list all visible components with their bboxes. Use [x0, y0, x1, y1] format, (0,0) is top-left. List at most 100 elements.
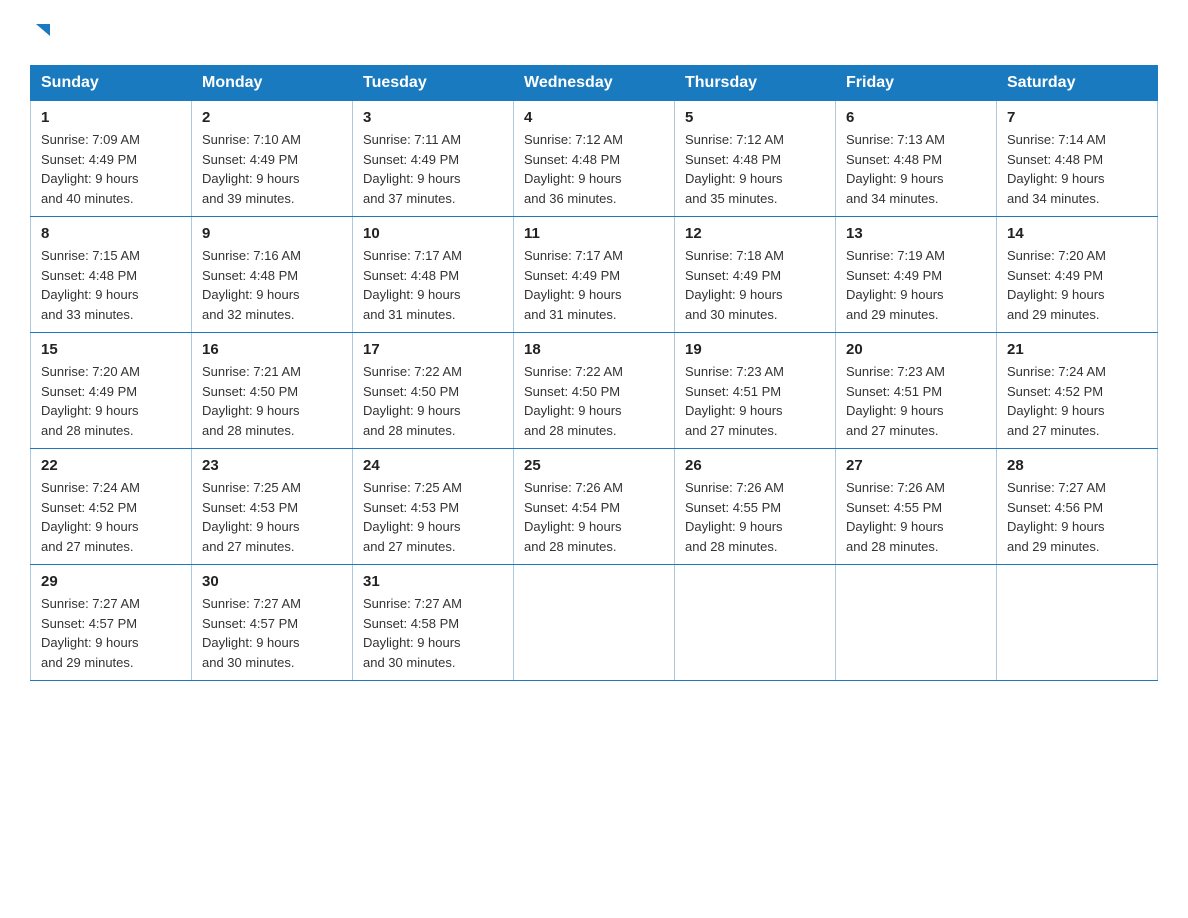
calendar-cell [836, 565, 997, 681]
day-info: Sunrise: 7:26 AMSunset: 4:55 PMDaylight:… [846, 480, 945, 554]
calendar-cell: 31 Sunrise: 7:27 AMSunset: 4:58 PMDaylig… [353, 565, 514, 681]
day-number: 4 [524, 109, 664, 126]
day-number: 19 [685, 341, 825, 358]
day-number: 26 [685, 457, 825, 474]
calendar-cell: 22 Sunrise: 7:24 AMSunset: 4:52 PMDaylig… [31, 449, 192, 565]
calendar-cell: 16 Sunrise: 7:21 AMSunset: 4:50 PMDaylig… [192, 333, 353, 449]
calendar-cell: 23 Sunrise: 7:25 AMSunset: 4:53 PMDaylig… [192, 449, 353, 565]
calendar-week-row: 1 Sunrise: 7:09 AMSunset: 4:49 PMDayligh… [31, 101, 1158, 217]
day-info: Sunrise: 7:18 AMSunset: 4:49 PMDaylight:… [685, 248, 784, 322]
header-wednesday: Wednesday [514, 66, 675, 101]
day-info: Sunrise: 7:20 AMSunset: 4:49 PMDaylight:… [41, 364, 140, 438]
day-number: 17 [363, 341, 503, 358]
calendar-week-row: 22 Sunrise: 7:24 AMSunset: 4:52 PMDaylig… [31, 449, 1158, 565]
day-info: Sunrise: 7:22 AMSunset: 4:50 PMDaylight:… [363, 364, 462, 438]
day-info: Sunrise: 7:17 AMSunset: 4:48 PMDaylight:… [363, 248, 462, 322]
day-number: 18 [524, 341, 664, 358]
calendar-cell: 3 Sunrise: 7:11 AMSunset: 4:49 PMDayligh… [353, 101, 514, 217]
day-number: 11 [524, 225, 664, 242]
calendar-cell: 29 Sunrise: 7:27 AMSunset: 4:57 PMDaylig… [31, 565, 192, 681]
calendar-cell [514, 565, 675, 681]
calendar-cell: 7 Sunrise: 7:14 AMSunset: 4:48 PMDayligh… [997, 101, 1158, 217]
day-number: 16 [202, 341, 342, 358]
day-number: 13 [846, 225, 986, 242]
calendar-cell: 28 Sunrise: 7:27 AMSunset: 4:56 PMDaylig… [997, 449, 1158, 565]
day-number: 30 [202, 573, 342, 590]
calendar-cell: 11 Sunrise: 7:17 AMSunset: 4:49 PMDaylig… [514, 217, 675, 333]
day-info: Sunrise: 7:11 AMSunset: 4:49 PMDaylight:… [363, 132, 461, 206]
day-number: 20 [846, 341, 986, 358]
day-info: Sunrise: 7:09 AMSunset: 4:49 PMDaylight:… [41, 132, 140, 206]
day-info: Sunrise: 7:27 AMSunset: 4:56 PMDaylight:… [1007, 480, 1106, 554]
calendar-cell [675, 565, 836, 681]
calendar-cell: 18 Sunrise: 7:22 AMSunset: 4:50 PMDaylig… [514, 333, 675, 449]
day-info: Sunrise: 7:12 AMSunset: 4:48 PMDaylight:… [524, 132, 623, 206]
day-info: Sunrise: 7:27 AMSunset: 4:57 PMDaylight:… [202, 596, 301, 670]
day-info: Sunrise: 7:23 AMSunset: 4:51 PMDaylight:… [685, 364, 784, 438]
calendar-cell [997, 565, 1158, 681]
day-info: Sunrise: 7:23 AMSunset: 4:51 PMDaylight:… [846, 364, 945, 438]
day-info: Sunrise: 7:25 AMSunset: 4:53 PMDaylight:… [363, 480, 462, 554]
calendar-cell: 26 Sunrise: 7:26 AMSunset: 4:55 PMDaylig… [675, 449, 836, 565]
day-info: Sunrise: 7:24 AMSunset: 4:52 PMDaylight:… [1007, 364, 1106, 438]
calendar-cell: 1 Sunrise: 7:09 AMSunset: 4:49 PMDayligh… [31, 101, 192, 217]
calendar-cell: 25 Sunrise: 7:26 AMSunset: 4:54 PMDaylig… [514, 449, 675, 565]
day-info: Sunrise: 7:25 AMSunset: 4:53 PMDaylight:… [202, 480, 301, 554]
calendar-cell: 21 Sunrise: 7:24 AMSunset: 4:52 PMDaylig… [997, 333, 1158, 449]
header-thursday: Thursday [675, 66, 836, 101]
day-info: Sunrise: 7:24 AMSunset: 4:52 PMDaylight:… [41, 480, 140, 554]
calendar-cell: 9 Sunrise: 7:16 AMSunset: 4:48 PMDayligh… [192, 217, 353, 333]
day-number: 29 [41, 573, 181, 590]
calendar-cell: 13 Sunrise: 7:19 AMSunset: 4:49 PMDaylig… [836, 217, 997, 333]
day-info: Sunrise: 7:26 AMSunset: 4:54 PMDaylight:… [524, 480, 623, 554]
day-number: 9 [202, 225, 342, 242]
day-number: 24 [363, 457, 503, 474]
header-tuesday: Tuesday [353, 66, 514, 101]
day-info: Sunrise: 7:19 AMSunset: 4:49 PMDaylight:… [846, 248, 945, 322]
day-number: 10 [363, 225, 503, 242]
day-number: 22 [41, 457, 181, 474]
day-info: Sunrise: 7:27 AMSunset: 4:57 PMDaylight:… [41, 596, 140, 670]
calendar-week-row: 8 Sunrise: 7:15 AMSunset: 4:48 PMDayligh… [31, 217, 1158, 333]
calendar-cell: 12 Sunrise: 7:18 AMSunset: 4:49 PMDaylig… [675, 217, 836, 333]
header-saturday: Saturday [997, 66, 1158, 101]
day-number: 27 [846, 457, 986, 474]
calendar-body: 1 Sunrise: 7:09 AMSunset: 4:49 PMDayligh… [31, 101, 1158, 681]
calendar-cell: 27 Sunrise: 7:26 AMSunset: 4:55 PMDaylig… [836, 449, 997, 565]
day-number: 8 [41, 225, 181, 242]
calendar-week-row: 29 Sunrise: 7:27 AMSunset: 4:57 PMDaylig… [31, 565, 1158, 681]
calendar-cell: 10 Sunrise: 7:17 AMSunset: 4:48 PMDaylig… [353, 217, 514, 333]
day-info: Sunrise: 7:17 AMSunset: 4:49 PMDaylight:… [524, 248, 623, 322]
day-number: 12 [685, 225, 825, 242]
day-number: 28 [1007, 457, 1147, 474]
calendar-cell: 19 Sunrise: 7:23 AMSunset: 4:51 PMDaylig… [675, 333, 836, 449]
day-number: 14 [1007, 225, 1147, 242]
day-number: 15 [41, 341, 181, 358]
calendar-cell: 15 Sunrise: 7:20 AMSunset: 4:49 PMDaylig… [31, 333, 192, 449]
day-number: 6 [846, 109, 986, 126]
calendar-cell: 30 Sunrise: 7:27 AMSunset: 4:57 PMDaylig… [192, 565, 353, 681]
page-header [30, 20, 1158, 47]
calendar-cell: 6 Sunrise: 7:13 AMSunset: 4:48 PMDayligh… [836, 101, 997, 217]
calendar-cell: 20 Sunrise: 7:23 AMSunset: 4:51 PMDaylig… [836, 333, 997, 449]
header-friday: Friday [836, 66, 997, 101]
day-info: Sunrise: 7:27 AMSunset: 4:58 PMDaylight:… [363, 596, 462, 670]
calendar-cell: 4 Sunrise: 7:12 AMSunset: 4:48 PMDayligh… [514, 101, 675, 217]
day-number: 2 [202, 109, 342, 126]
calendar-cell: 24 Sunrise: 7:25 AMSunset: 4:53 PMDaylig… [353, 449, 514, 565]
day-info: Sunrise: 7:21 AMSunset: 4:50 PMDaylight:… [202, 364, 301, 438]
day-info: Sunrise: 7:16 AMSunset: 4:48 PMDaylight:… [202, 248, 301, 322]
day-info: Sunrise: 7:26 AMSunset: 4:55 PMDaylight:… [685, 480, 784, 554]
logo-arrow-icon [32, 20, 54, 47]
calendar-cell: 17 Sunrise: 7:22 AMSunset: 4:50 PMDaylig… [353, 333, 514, 449]
day-info: Sunrise: 7:12 AMSunset: 4:48 PMDaylight:… [685, 132, 784, 206]
day-info: Sunrise: 7:10 AMSunset: 4:49 PMDaylight:… [202, 132, 301, 206]
calendar-cell: 5 Sunrise: 7:12 AMSunset: 4:48 PMDayligh… [675, 101, 836, 217]
logo [30, 20, 54, 47]
day-number: 21 [1007, 341, 1147, 358]
day-number: 31 [363, 573, 503, 590]
day-number: 23 [202, 457, 342, 474]
day-info: Sunrise: 7:13 AMSunset: 4:48 PMDaylight:… [846, 132, 945, 206]
day-number: 25 [524, 457, 664, 474]
calendar-table: SundayMondayTuesdayWednesdayThursdayFrid… [30, 65, 1158, 681]
